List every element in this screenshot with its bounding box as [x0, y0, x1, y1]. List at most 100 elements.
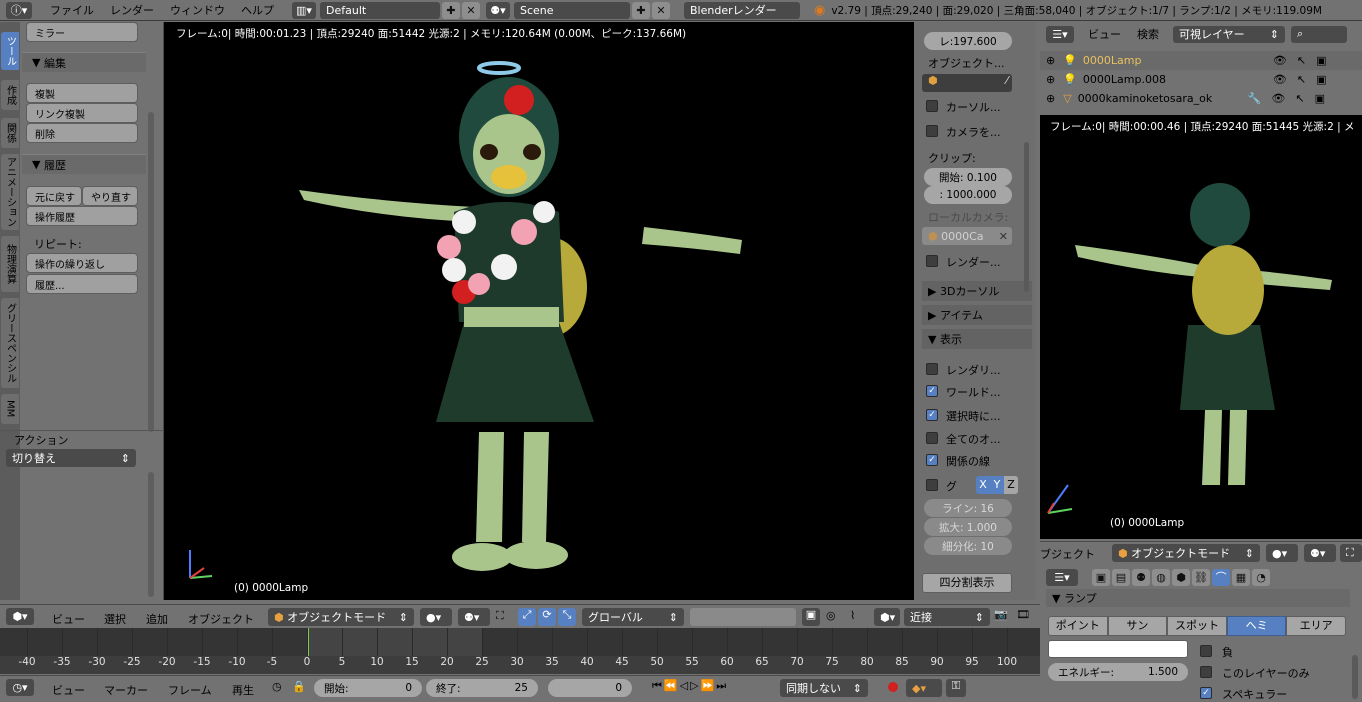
- lock-camera-checkbox[interactable]: [926, 125, 938, 137]
- snap-element-dropdown[interactable]: ⬢▾: [874, 608, 900, 626]
- delete-button[interactable]: 削除: [26, 123, 138, 143]
- properties-context-tabs[interactable]: ▣ ▤ ⚉ ◍ ⬢ ⛓ ⌒ ▦ ◔: [1092, 568, 1270, 586]
- tab-animation[interactable]: アニメーション: [1, 154, 19, 230]
- render-camera-icon[interactable]: ▣: [1316, 54, 1326, 67]
- axis-z-toggle[interactable]: Z: [1004, 476, 1018, 494]
- tab-grease-pencil[interactable]: グリースペンシル: [1, 298, 19, 388]
- timeline-view-menu[interactable]: ビュー: [52, 682, 85, 698]
- lock-camera-icon[interactable]: ▣: [802, 608, 820, 626]
- preview-range-icon[interactable]: ◷: [272, 680, 288, 696]
- repeat-history-button[interactable]: 履歴...: [26, 274, 138, 294]
- render-border-checkbox[interactable]: [926, 255, 938, 267]
- jump-start-icon[interactable]: ⏮: [652, 679, 662, 697]
- add-menu[interactable]: 追加: [146, 611, 168, 627]
- world-background-checkbox[interactable]: ✓: [926, 385, 938, 397]
- opengl-render-icon[interactable]: 📷: [994, 608, 1012, 626]
- display-panel-header[interactable]: ▼ 表示: [922, 329, 1032, 349]
- only-render-checkbox[interactable]: [926, 363, 938, 375]
- keying-set-dropdown[interactable]: ◆▾: [906, 679, 942, 697]
- lamp-type-area[interactable]: エリア: [1286, 616, 1346, 636]
- mirror-button[interactable]: ミラー: [26, 22, 138, 42]
- tab-tools[interactable]: ツール: [1, 32, 19, 70]
- start-frame-field[interactable]: 開始: 0: [314, 679, 422, 697]
- add-layout-icon[interactable]: ✚: [442, 1, 460, 19]
- scene-selector[interactable]: Scene: [514, 1, 630, 19]
- npanel-scrollbar[interactable]: [1024, 142, 1029, 292]
- lamp-type-hemi[interactable]: ヘミ: [1226, 616, 1287, 636]
- lock-object-field[interactable]: ⬢ ⁄: [922, 74, 1012, 92]
- menu-render[interactable]: レンダー: [102, 2, 162, 18]
- select-arrow-icon[interactable]: ↖: [1295, 92, 1304, 105]
- snap-icon[interactable]: ⌇: [850, 609, 866, 625]
- lamp-type-spot[interactable]: スポット: [1167, 616, 1227, 636]
- jump-keyframe-back-icon[interactable]: ⏪: [664, 679, 678, 697]
- keying-icon[interactable]: ⚿: [946, 679, 966, 697]
- info-editor-icon[interactable]: ⓘ▾: [6, 1, 32, 19]
- object-tab-icon[interactable]: ⬢: [1172, 568, 1190, 586]
- outline-selected-checkbox[interactable]: ✓: [926, 409, 938, 421]
- add-scene-icon[interactable]: ✚: [632, 1, 650, 19]
- outliner-row[interactable]: ⊕ 💡 0000Lamp 👁 ↖ ▣: [1040, 51, 1362, 70]
- object-menu[interactable]: ブジェクト: [1040, 546, 1095, 562]
- 3d-viewport[interactable]: フレーム:0| 時間:00:01.23 | 頂点:29240 面:51442 光…: [164, 22, 914, 600]
- layout-icon[interactable]: ▥▾: [292, 1, 316, 19]
- history-panel-header[interactable]: ▼ 履歴: [22, 154, 146, 174]
- action-toggle-dropdown[interactable]: 切り替え ⇕: [6, 449, 136, 467]
- scene-icon[interactable]: ⚉▾: [486, 1, 510, 19]
- remove-layout-icon[interactable]: ✕: [462, 1, 480, 19]
- outliner-row[interactable]: ⊕ ▽ 0000kaminoketosara_ok 🔧 👁 ↖ ▣: [1040, 89, 1362, 108]
- end-frame-field[interactable]: 終了: 25: [426, 679, 538, 697]
- select-arrow-icon[interactable]: ↖: [1297, 54, 1306, 67]
- layers-tab-icon[interactable]: ▤: [1112, 568, 1130, 586]
- redo-button[interactable]: やり直す: [82, 186, 138, 206]
- axis-y-toggle[interactable]: Y: [990, 476, 1004, 494]
- duplicate-button[interactable]: 複製: [26, 83, 138, 103]
- render-camera-icon[interactable]: ▣: [1316, 73, 1326, 86]
- current-frame-field[interactable]: 0: [548, 679, 632, 697]
- item-panel-header[interactable]: ▶ アイテム: [922, 305, 1032, 325]
- visibility-eye-icon[interactable]: 👁: [1271, 92, 1285, 105]
- playback-menu[interactable]: 再生: [232, 682, 254, 698]
- jump-keyframe-forward-icon[interactable]: ⏩: [701, 679, 715, 697]
- record-icon[interactable]: [888, 682, 898, 692]
- data-tab-icon[interactable]: ⌒: [1212, 568, 1230, 586]
- render-tab-icon[interactable]: ▣: [1092, 568, 1110, 586]
- lamp-type-sun[interactable]: サン: [1107, 616, 1168, 636]
- grid-lines-field[interactable]: ライン: 16: [924, 499, 1012, 517]
- grid-scale-field[interactable]: 拡大: 1.000: [924, 518, 1012, 536]
- menu-file[interactable]: ファイル: [42, 2, 102, 18]
- view-menu[interactable]: ビュー: [52, 611, 85, 627]
- repeat-last-button[interactable]: 操作の繰り返し: [26, 253, 138, 273]
- marker-menu[interactable]: マーカー: [104, 682, 148, 698]
- proportional-edit-icon[interactable]: ◎: [826, 609, 842, 625]
- remove-scene-icon[interactable]: ✕: [652, 1, 670, 19]
- link-duplicate-button[interactable]: リンク複製: [26, 103, 138, 123]
- undo-button[interactable]: 元に戻す: [26, 186, 82, 206]
- relationship-lines-checkbox[interactable]: ✓: [926, 454, 938, 466]
- physics-tab-icon[interactable]: ◔: [1252, 568, 1270, 586]
- play-icon[interactable]: ▷: [690, 679, 698, 697]
- properties-scrollbar[interactable]: [1352, 655, 1358, 699]
- outliner-search-menu[interactable]: 検索: [1137, 26, 1159, 42]
- lock-cursor-checkbox[interactable]: [926, 100, 938, 112]
- grid-subdivisions-field[interactable]: 細分化: 10: [924, 537, 1012, 555]
- 3d-cursor-panel-header[interactable]: ▶ 3Dカーソル: [922, 281, 1032, 301]
- lamp-color-swatch[interactable]: [1048, 640, 1188, 658]
- constraints-tab-icon[interactable]: ⛓: [1192, 568, 1210, 586]
- render-engine-selector[interactable]: Blenderレンダー: [684, 1, 800, 19]
- timeline[interactable]: -40 -35 -30 -25 -20 -15 -10 -5 0 5 10 15 20 25 30 35 40 4…: [0, 628, 1040, 674]
- grid-floor-checkbox[interactable]: [926, 479, 938, 491]
- tab-physics[interactable]: 物理演算: [1, 236, 19, 292]
- outliner-filter-dropdown[interactable]: 可視レイヤー ⇕: [1173, 25, 1285, 43]
- edit-panel-header[interactable]: ▼ 編集: [22, 52, 146, 72]
- all-object-origins-checkbox[interactable]: [926, 432, 938, 444]
- playback-controls[interactable]: ⏮ ⏪ ◁ ▷ ⏩ ⏭: [652, 679, 776, 697]
- specular-checkbox[interactable]: ✓: [1200, 687, 1212, 699]
- world-tab-icon[interactable]: ◍: [1152, 568, 1170, 586]
- outliner-row[interactable]: ⊕ 💡 0000Lamp.008 👁 ↖ ▣: [1040, 70, 1362, 89]
- jump-end-icon[interactable]: ⏭: [716, 679, 726, 697]
- viewport-editor-icon[interactable]: ⬢▾: [6, 608, 34, 625]
- this-layer-only-checkbox[interactable]: [1200, 666, 1212, 678]
- menu-window[interactable]: ウィンドウ: [162, 2, 233, 18]
- tab-mm[interactable]: MM: [1, 394, 19, 424]
